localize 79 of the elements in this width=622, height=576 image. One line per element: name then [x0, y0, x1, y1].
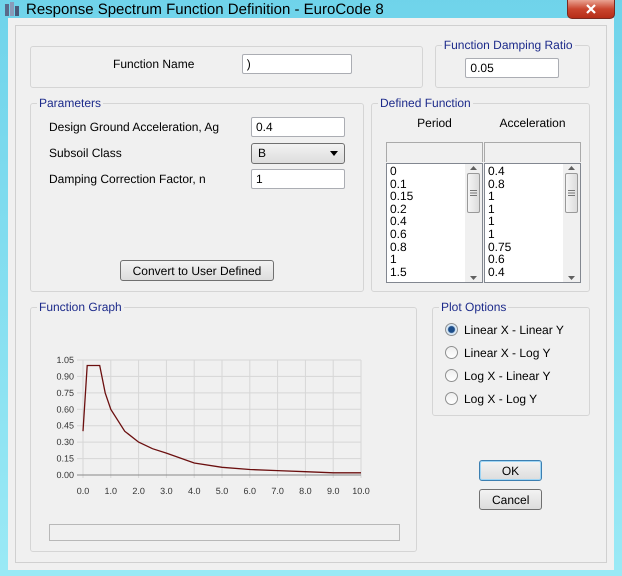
- scroll-down-icon[interactable]: [568, 276, 575, 280]
- parameter-label: Design Ground Acceleration, Ag: [49, 120, 220, 134]
- x-tick-label: 1.0: [104, 486, 118, 496]
- list-item[interactable]: 0.4: [390, 215, 462, 228]
- column-input-field[interactable]: [386, 142, 483, 162]
- y-tick-label: 0.00: [56, 470, 74, 480]
- list-item[interactable]: 1: [390, 253, 462, 266]
- list-item[interactable]: 0.6: [390, 228, 462, 241]
- plot-option-radio[interactable]: Linear X - Log Y: [441, 341, 581, 364]
- list-item[interactable]: 1: [488, 215, 560, 228]
- group-title: Defined Function: [379, 96, 472, 110]
- y-tick-label: 1.05: [56, 355, 74, 365]
- list-item[interactable]: 0.8: [488, 178, 560, 190]
- app-icon: [4, 1, 20, 17]
- y-tick-label: 0.90: [56, 371, 74, 382]
- group-title: Function Graph: [38, 300, 123, 314]
- radio-icon[interactable]: [445, 392, 458, 405]
- list-item[interactable]: 0.75: [488, 240, 560, 254]
- list-item[interactable]: 0.15: [390, 190, 462, 203]
- y-tick-label: 0.60: [56, 404, 74, 414]
- scroll-up-icon[interactable]: [568, 166, 575, 170]
- y-tick-label: 0.15: [56, 454, 74, 464]
- list-item[interactable]: 0.2: [390, 202, 462, 216]
- list-item[interactable]: 1: [488, 202, 560, 216]
- column-input-field[interactable]: [484, 142, 581, 162]
- plot-option-radio[interactable]: Log X - Linear Y: [441, 364, 581, 387]
- window-title: Response Spectrum Function Definition - EuroCode 8: [26, 0, 384, 18]
- y-tick-label: 0.45: [56, 420, 74, 431]
- dialog-button[interactable]: OK: [479, 460, 542, 481]
- scrollbar-thumb[interactable]: [467, 173, 480, 213]
- x-tick-label: 9.0: [326, 486, 340, 496]
- list-item[interactable]: 0.4: [488, 165, 560, 178]
- x-tick-label: 0.0: [76, 486, 90, 496]
- list-item[interactable]: 0: [390, 165, 462, 178]
- column-header: Period: [416, 115, 453, 132]
- list-item[interactable]: 1: [488, 228, 560, 241]
- column-header: Acceleration: [498, 115, 567, 132]
- scrollbar-thumb[interactable]: [565, 173, 578, 213]
- x-tick-label: 6.0: [244, 486, 256, 496]
- radio-icon[interactable]: [445, 323, 458, 336]
- radio-icon[interactable]: [445, 346, 458, 359]
- list-item[interactable]: 0.1: [390, 178, 462, 190]
- parameter-field[interactable]: 1: [251, 169, 345, 189]
- damping-ratio-field[interactable]: 0.05: [465, 58, 560, 78]
- dropdown-arrow-icon: [330, 150, 338, 156]
- parameter-label: Damping Correction Factor, n: [49, 172, 206, 186]
- list-item[interactable]: 0.8: [390, 240, 462, 254]
- dialog-button[interactable]: Cancel: [479, 489, 542, 510]
- value-list[interactable]: 0 0.1 0.15 0.2 0.4 0.6 0.8 1 1.5: [386, 163, 483, 283]
- group-title: Plot Options: [440, 300, 508, 314]
- x-tick-label: 5.0: [216, 486, 228, 496]
- x-tick-label: 8.0: [299, 486, 312, 496]
- function-name-field[interactable]: ): [242, 54, 352, 74]
- close-icon: [585, 4, 597, 14]
- value-list[interactable]: 0.4 0.8 1 1 1 1 0.75 0.6 0.4: [484, 163, 581, 283]
- group-title: Function Damping Ratio: [442, 38, 574, 52]
- list-item[interactable]: 0.4: [488, 266, 560, 278]
- convert-button[interactable]: Convert to User Defined: [120, 260, 274, 281]
- x-tick-label: 3.0: [160, 486, 173, 496]
- group-title: Parameters: [38, 96, 102, 110]
- list-item[interactable]: 0.6: [488, 253, 560, 266]
- y-tick-label: 0.75: [56, 388, 74, 398]
- close-button[interactable]: [567, 0, 615, 19]
- y-tick-label: 0.30: [56, 437, 74, 448]
- x-tick-label: 10.0: [352, 486, 370, 496]
- function-name-label: Function Name: [113, 57, 194, 71]
- radio-icon[interactable]: [445, 369, 458, 382]
- scroll-down-icon[interactable]: [470, 276, 477, 280]
- plot-option-radio[interactable]: Log X - Log Y: [441, 387, 581, 410]
- list-item[interactable]: 1.5: [390, 266, 462, 278]
- plot-option-radio[interactable]: Linear X - Linear Y: [441, 318, 581, 341]
- x-tick-label: 2.0: [132, 486, 145, 496]
- parameter-label: Subsoil Class: [49, 146, 122, 160]
- x-tick-label: 7.0: [271, 486, 284, 496]
- scroll-up-icon[interactable]: [470, 166, 477, 170]
- list-item[interactable]: 1: [488, 190, 560, 203]
- x-tick-label: 4.0: [188, 486, 200, 496]
- subsoil-class-dropdown[interactable]: B: [251, 142, 345, 164]
- parameter-field[interactable]: 0.4: [251, 117, 345, 137]
